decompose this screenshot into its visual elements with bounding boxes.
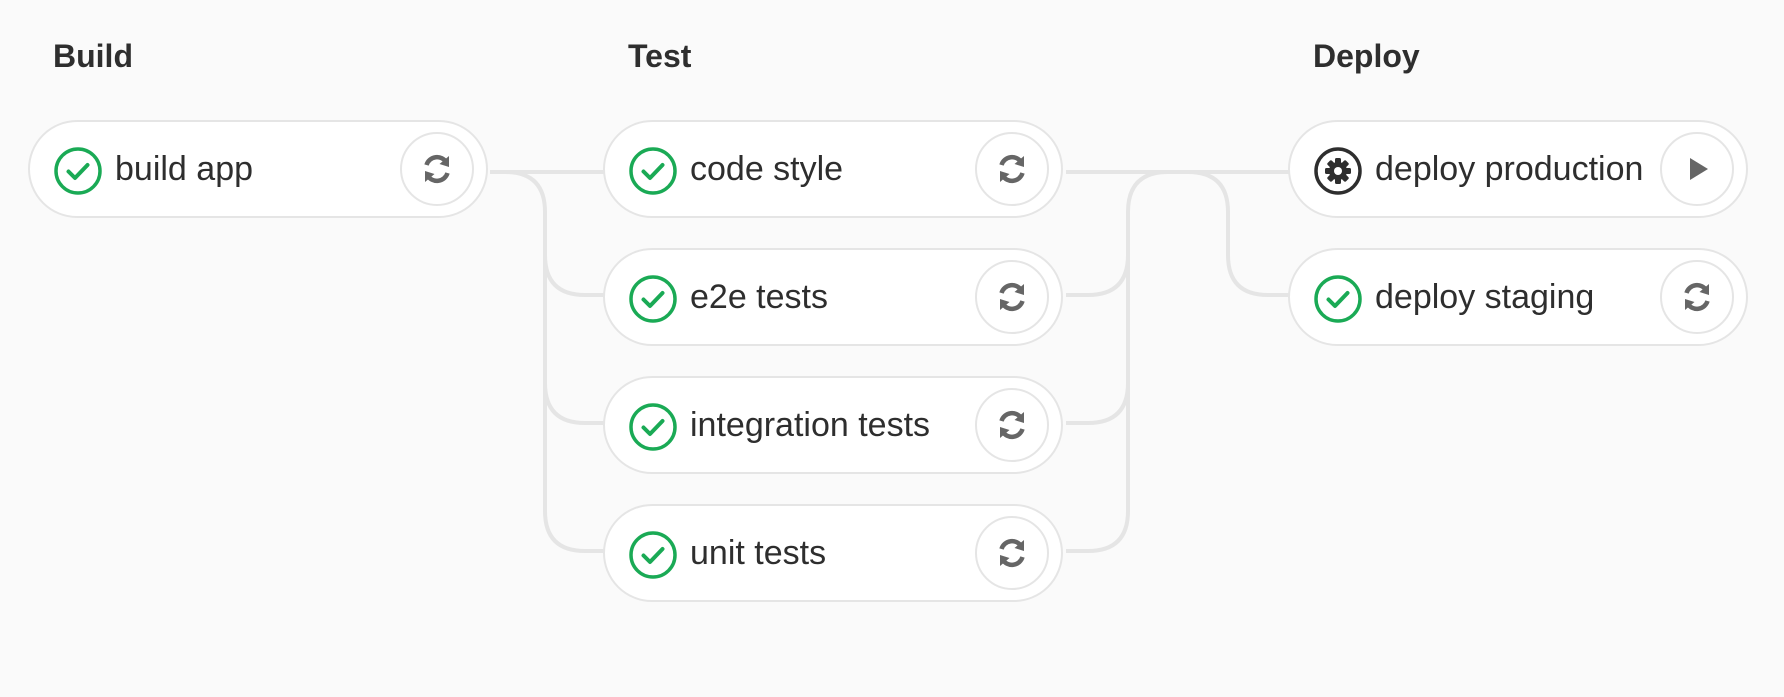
job-deploy-production[interactable]: deploy production xyxy=(1288,120,1748,218)
job-build-app[interactable]: build app xyxy=(28,120,488,218)
check-circle-icon xyxy=(54,147,102,195)
retry-button[interactable] xyxy=(975,132,1049,206)
check-circle-icon xyxy=(629,403,677,451)
check-circle-icon xyxy=(629,147,677,195)
job-integration-tests[interactable]: integration tests xyxy=(603,376,1063,474)
job-name: code style xyxy=(690,150,844,188)
job-name: integration tests xyxy=(690,406,931,444)
retry-icon xyxy=(1678,278,1716,316)
play-icon xyxy=(1682,154,1712,184)
job-unit-tests[interactable]: unit tests xyxy=(603,504,1063,602)
retry-button[interactable] xyxy=(975,388,1049,462)
stage-title-test: Test xyxy=(628,38,692,74)
stage-title-build: Build xyxy=(53,38,133,74)
job-code-style[interactable]: code style xyxy=(603,120,1063,218)
job-name: e2e tests xyxy=(690,278,828,316)
retry-button[interactable] xyxy=(400,132,474,206)
retry-button[interactable] xyxy=(1660,260,1734,334)
retry-icon xyxy=(993,150,1031,188)
check-circle-icon xyxy=(629,275,677,323)
retry-icon xyxy=(418,150,456,188)
check-circle-icon xyxy=(629,531,677,579)
job-name: deploy production xyxy=(1375,150,1644,188)
retry-icon xyxy=(993,406,1031,444)
job-name: unit tests xyxy=(690,534,827,572)
check-circle-icon xyxy=(1314,275,1362,323)
gear-icon xyxy=(1314,147,1362,195)
play-button[interactable] xyxy=(1660,132,1734,206)
retry-icon xyxy=(993,534,1031,572)
retry-icon xyxy=(993,278,1031,316)
retry-button[interactable] xyxy=(975,260,1049,334)
retry-button[interactable] xyxy=(975,516,1049,590)
stage-title-deploy: Deploy xyxy=(1313,38,1420,74)
job-name: build app xyxy=(115,150,254,188)
job-name: deploy staging xyxy=(1375,278,1595,316)
job-deploy-staging[interactable]: deploy staging xyxy=(1288,248,1748,346)
job-e2e-tests[interactable]: e2e tests xyxy=(603,248,1063,346)
